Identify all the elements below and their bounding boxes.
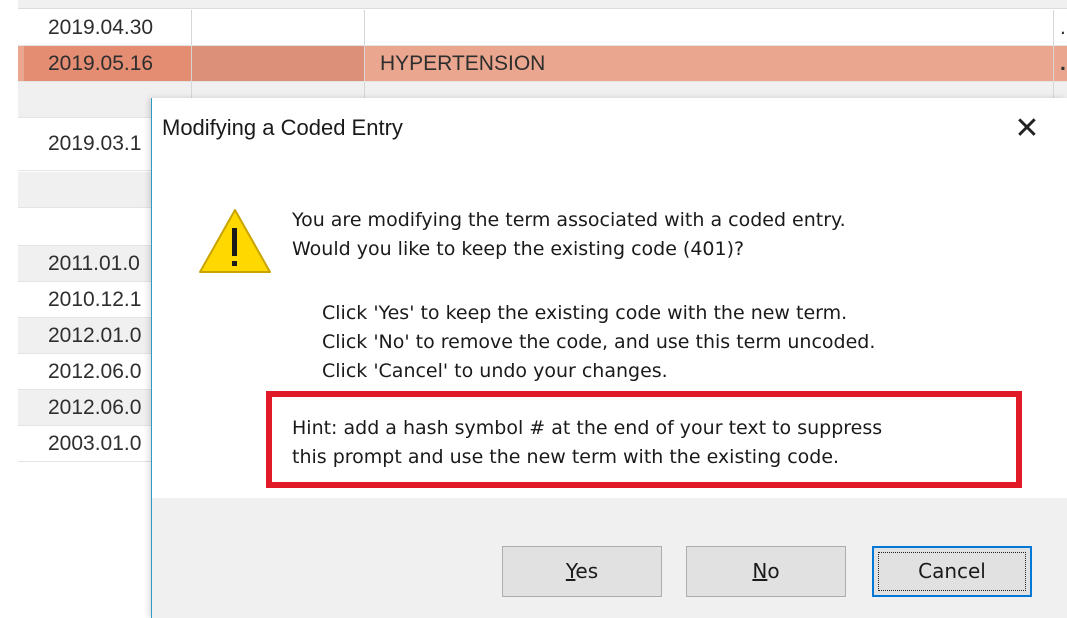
option-no-text: Click 'No' to remove the code, and use t… — [322, 331, 876, 353]
option-cancel-text: Click 'Cancel' to undo your changes. — [322, 360, 668, 382]
yes-label-rest: es — [575, 559, 599, 583]
option-yes-text: Click 'Yes' to keep the existing code wi… — [322, 302, 848, 324]
dialog-titlebar[interactable]: Modifying a Coded Entry ✕ — [152, 98, 1067, 160]
date-cell: 2019.04.30 — [24, 10, 192, 45]
no-button[interactable]: No — [686, 546, 846, 597]
message-line-2: Would you like to keep the existing code… — [292, 238, 745, 260]
cancel-button[interactable]: Cancel — [872, 546, 1032, 597]
modify-coded-entry-dialog: Modifying a Coded Entry ✕ You are modify… — [151, 98, 1067, 618]
blank-cell — [192, 10, 365, 45]
table-top-edge — [18, 0, 1067, 9]
focus-rectangle — [878, 552, 1026, 591]
yes-mnemonic: Y — [565, 559, 576, 583]
yes-button[interactable]: Yes — [502, 546, 662, 597]
no-label-rest: o — [767, 559, 780, 583]
hint-line-2: this prompt and use the new term with th… — [292, 446, 840, 468]
hint-text: Hint: add a hash symbol # at the end of … — [292, 414, 882, 472]
description-cell — [364, 10, 1054, 45]
dialog-message: You are modifying the term associated wi… — [292, 206, 846, 264]
dialog-content: You are modifying the term associated wi… — [152, 160, 1067, 498]
date-cell: 2019.05.16 — [24, 46, 192, 81]
close-icon[interactable]: ✕ — [1010, 112, 1044, 146]
blank-cell — [192, 46, 365, 81]
table-row[interactable]: 2019.05.16 HYPERTENSION... — [18, 46, 1067, 82]
no-mnemonic: N — [752, 559, 768, 583]
more-button[interactable]: ... — [1054, 10, 1067, 45]
hint-line-1: Hint: add a hash symbol # at the end of … — [292, 417, 883, 439]
description-cell: HYPERTENSION — [364, 46, 1054, 81]
more-button[interactable]: ... — [1054, 46, 1067, 81]
warning-icon — [199, 209, 271, 273]
dialog-options-text: Click 'Yes' to keep the existing code wi… — [322, 299, 875, 386]
message-line-1: You are modifying the term associated wi… — [292, 209, 846, 231]
dialog-title: Modifying a Coded Entry — [162, 115, 403, 140]
table-row[interactable]: 2019.04.30... — [18, 10, 1067, 46]
